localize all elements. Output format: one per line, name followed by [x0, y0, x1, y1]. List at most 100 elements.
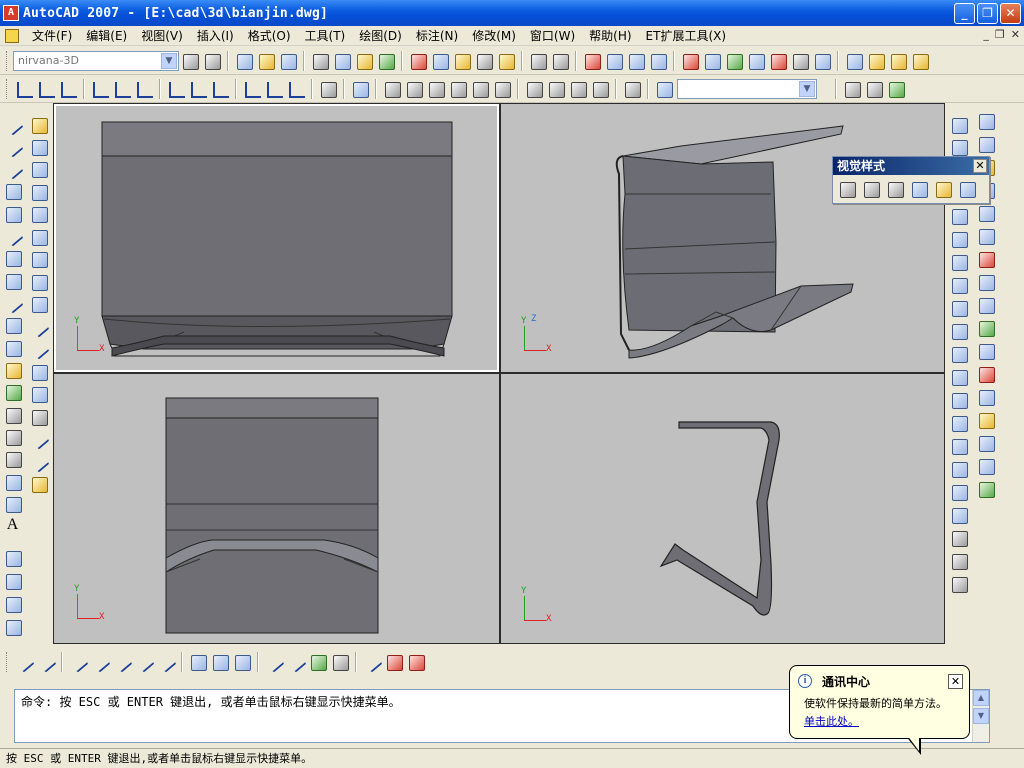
temporary-tracking-icon[interactable]: [14, 652, 34, 672]
extrude-faces-icon[interactable]: [976, 134, 996, 154]
block-editor-icon[interactable]: [496, 51, 516, 71]
minimize-button[interactable]: _: [954, 3, 975, 24]
delete-faces-icon[interactable]: [976, 203, 996, 223]
se-isometric-icon[interactable]: [546, 79, 566, 99]
color-faces-icon[interactable]: [976, 295, 996, 315]
3d-rotate-icon[interactable]: [949, 551, 969, 571]
ucs-icon[interactable]: [14, 79, 34, 99]
move-icon[interactable]: [29, 227, 49, 247]
rotate-icon[interactable]: [29, 249, 49, 269]
rectangle-icon[interactable]: [3, 204, 23, 224]
scale-icon[interactable]: [29, 272, 49, 292]
revision-cloud-icon[interactable]: [3, 271, 23, 291]
view-manager-icon[interactable]: [654, 79, 674, 99]
3d-pan-icon[interactable]: [842, 79, 862, 99]
extrude-icon[interactable]: [949, 344, 969, 364]
construction-line-icon[interactable]: [3, 137, 23, 156]
separate-icon[interactable]: [976, 410, 996, 430]
menu-help[interactable]: 帮助(H): [582, 27, 638, 44]
doc-restore-button[interactable]: ❐: [995, 28, 1005, 41]
box-icon[interactable]: [949, 137, 969, 157]
ucs-x-icon[interactable]: [242, 79, 262, 99]
sw-isometric-icon[interactable]: [524, 79, 544, 99]
ucs-3point-icon[interactable]: [210, 79, 230, 99]
undo-icon[interactable]: [528, 51, 548, 71]
help-icon[interactable]: [812, 51, 832, 71]
snap-node-icon[interactable]: [330, 652, 350, 672]
ne-isometric-icon[interactable]: [568, 79, 588, 99]
chevron-down-icon[interactable]: ▼: [799, 81, 815, 97]
union-icon[interactable]: [949, 459, 969, 479]
point-icon[interactable]: [3, 405, 23, 425]
clean-icon[interactable]: [976, 387, 996, 407]
ucs-face-icon[interactable]: [90, 79, 110, 99]
ucs-origin-icon[interactable]: [166, 79, 186, 99]
pan-icon[interactable]: [582, 51, 602, 71]
color-edges-icon[interactable]: [976, 341, 996, 361]
trim-icon[interactable]: [29, 317, 49, 336]
insert-block-icon[interactable]: [3, 360, 23, 380]
conceptual-icon[interactable]: [933, 179, 953, 199]
revolve-icon[interactable]: [949, 413, 969, 433]
viewport-isometric[interactable]: X Y Z: [501, 104, 944, 372]
menu-dimension[interactable]: 标注(N): [409, 27, 465, 44]
menu-file[interactable]: 文件(F): [25, 27, 79, 44]
polysolid-icon[interactable]: [949, 115, 969, 135]
document-icon[interactable]: [5, 28, 19, 43]
sheet-set-icon[interactable]: [746, 51, 766, 71]
break-at-point-icon[interactable]: [29, 362, 49, 382]
quickcalc-icon[interactable]: [790, 51, 810, 71]
3d-walk-icon[interactable]: [886, 79, 906, 99]
ellipse-arc-icon[interactable]: [3, 338, 23, 358]
imprint-icon[interactable]: [976, 364, 996, 384]
layer-lock-icon[interactable]: [910, 51, 930, 71]
snap-midpoint-icon[interactable]: [90, 652, 110, 672]
menu-insert[interactable]: 插入(I): [190, 27, 241, 44]
check-icon[interactable]: [976, 456, 996, 476]
erase-icon[interactable]: [29, 115, 49, 134]
rotate-faces-icon[interactable]: [976, 226, 996, 246]
apply-ucs-icon[interactable]: [318, 79, 338, 99]
planar-surface-icon[interactable]: [949, 321, 969, 341]
nw-isometric-icon[interactable]: [590, 79, 610, 99]
viewport-top[interactable]: X Y: [54, 374, 499, 643]
intersect-icon[interactable]: [949, 505, 969, 525]
ucs-y-icon[interactable]: [264, 79, 284, 99]
chevron-down-icon[interactable]: ▼: [161, 52, 177, 69]
markup-set-icon[interactable]: [768, 51, 788, 71]
snap-from-icon[interactable]: [36, 652, 56, 672]
manage-visual-styles-icon[interactable]: [957, 179, 977, 199]
scroll-up-icon[interactable]: ▲: [973, 690, 989, 706]
zoom-previous-icon[interactable]: [648, 51, 668, 71]
menu-modify[interactable]: 修改(M): [465, 27, 523, 44]
realistic-icon[interactable]: [909, 179, 929, 199]
bottom-view-icon[interactable]: [404, 79, 424, 99]
menu-view[interactable]: 视图(V): [134, 27, 190, 44]
gradient-icon[interactable]: [3, 449, 23, 469]
ucs-previous-icon[interactable]: [58, 79, 78, 99]
arc-icon[interactable]: [3, 226, 23, 245]
3d-wireframe-icon[interactable]: [861, 179, 881, 199]
taper-faces-icon[interactable]: [976, 249, 996, 269]
multiline-text-icon[interactable]: A: [3, 515, 23, 535]
top-view-icon[interactable]: [382, 79, 402, 99]
drawing-area[interactable]: X Y X Y Z X Y X Y: [53, 103, 945, 644]
chamfer-icon[interactable]: [29, 429, 49, 448]
tool-palettes-icon[interactable]: [724, 51, 744, 71]
break-icon[interactable]: [29, 384, 49, 404]
menu-edit[interactable]: 编辑(E): [79, 27, 134, 44]
toolbar-grip[interactable]: [6, 50, 9, 71]
left-view-icon[interactable]: [426, 79, 446, 99]
paste-icon[interactable]: [452, 51, 472, 71]
extend-icon[interactable]: [29, 339, 49, 358]
make-block-icon[interactable]: [3, 382, 23, 402]
fillet-icon[interactable]: [29, 452, 49, 471]
right-view-icon[interactable]: [448, 79, 468, 99]
toolbar-grip[interactable]: [6, 79, 9, 99]
snap-center-icon[interactable]: [188, 652, 208, 672]
snap-none-icon[interactable]: [384, 652, 404, 672]
cut-icon[interactable]: [408, 51, 428, 71]
ellipse-icon[interactable]: [3, 315, 23, 335]
3d-align-icon[interactable]: [949, 574, 969, 594]
polyline-icon[interactable]: [3, 159, 23, 178]
